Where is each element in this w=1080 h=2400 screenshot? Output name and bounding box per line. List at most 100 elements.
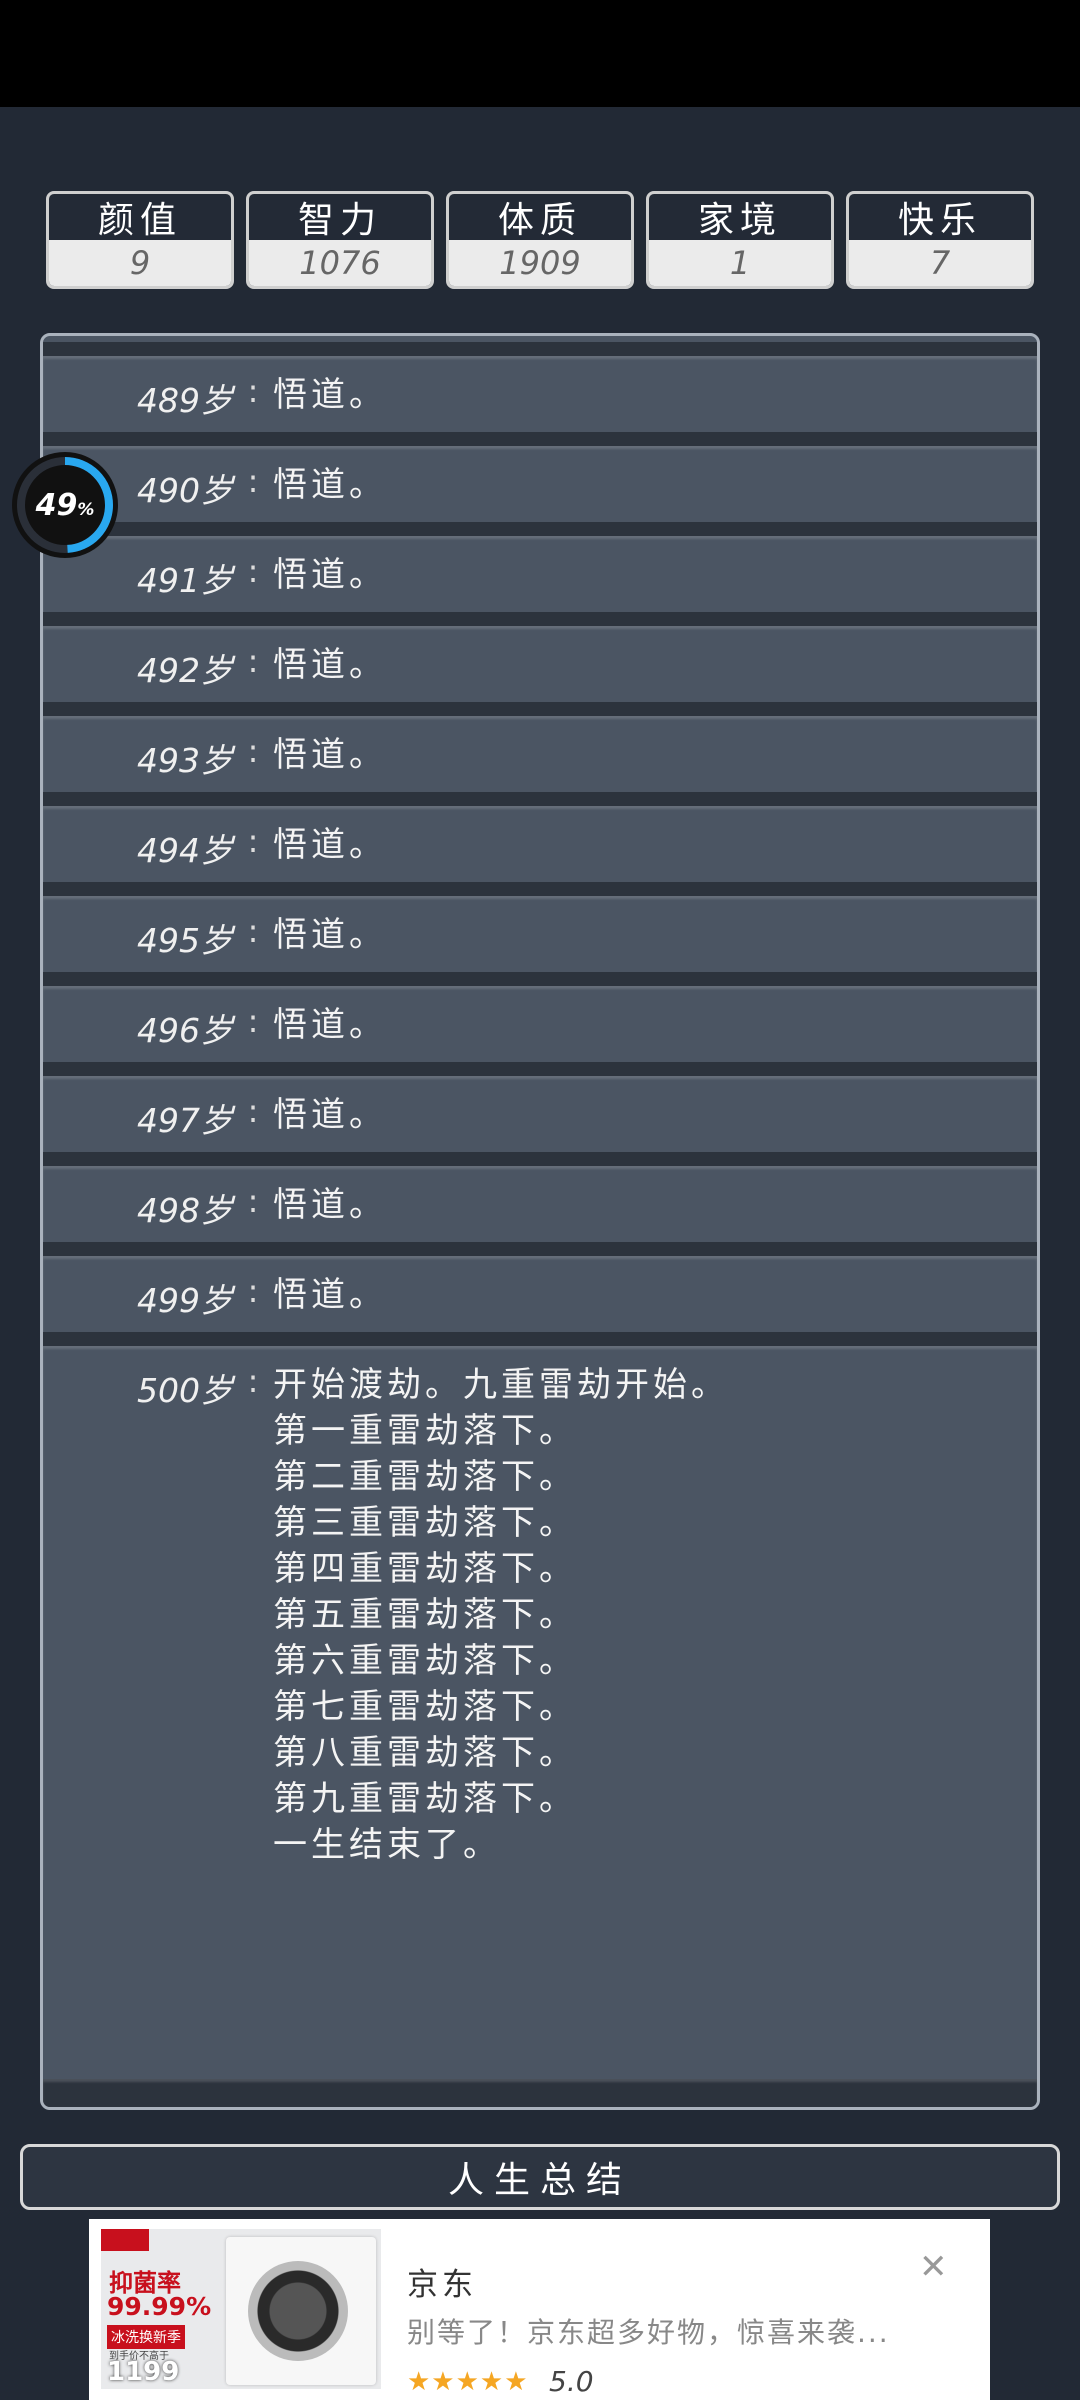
stat-value: 7 bbox=[849, 240, 1031, 286]
timeline-row: 490岁: 悟道。 bbox=[43, 432, 1037, 522]
age-label: 497岁 bbox=[137, 1101, 233, 1140]
event-line: 悟道。 bbox=[273, 1095, 387, 1135]
separator: : bbox=[247, 1002, 259, 1040]
life-timeline[interactable]: 489岁: 悟道。 490岁: 悟道。 491岁: 悟道。 492岁: 悟道。 493岁: 悟道。… bbox=[40, 333, 1040, 2110]
event-line: 第三重雷劫落下。 bbox=[273, 1503, 577, 1543]
event-text: 悟道。 bbox=[273, 1002, 387, 1048]
event-text: 悟道。 bbox=[273, 822, 387, 868]
event-text: 悟道。 bbox=[273, 1092, 387, 1138]
close-icon[interactable]: ✕ bbox=[919, 2247, 948, 2287]
status-bar bbox=[0, 0, 1080, 107]
stat-family: 家境 1 bbox=[646, 191, 834, 289]
timeline-row: 496岁: 悟道。 bbox=[43, 972, 1037, 1062]
ad-logo-tag bbox=[101, 2229, 149, 2251]
age-label: 491岁 bbox=[137, 561, 233, 600]
stat-value: 1 bbox=[649, 240, 831, 286]
ad-image-text: 99.99% bbox=[107, 2292, 212, 2321]
separator: : bbox=[247, 372, 259, 410]
event-line: 悟道。 bbox=[273, 1275, 387, 1315]
separator: : bbox=[247, 822, 259, 860]
event-line: 第五重雷劫落下。 bbox=[273, 1595, 577, 1635]
timeline-bottom-edge bbox=[43, 2079, 1037, 2107]
attribute-panel: 颜值 9 智力 1076 体质 1909 家境 1 快乐 7 bbox=[46, 191, 1034, 289]
timeline-row: 498岁: 悟道。 bbox=[43, 1152, 1037, 1242]
age-label: 489岁 bbox=[137, 381, 233, 420]
separator: : bbox=[247, 552, 259, 590]
stat-appearance: 颜值 9 bbox=[46, 191, 234, 289]
separator: : bbox=[247, 642, 259, 680]
event-line: 第九重雷劫落下。 bbox=[273, 1779, 577, 1819]
washer-door bbox=[248, 2261, 348, 2361]
ad-price: 1199 bbox=[107, 2357, 180, 2387]
timeline-row: 497岁: 悟道。 bbox=[43, 1062, 1037, 1152]
event-line: 第六重雷劫落下。 bbox=[273, 1641, 577, 1681]
event-line: 悟道。 bbox=[273, 465, 387, 505]
stat-happiness: 快乐 7 bbox=[846, 191, 1034, 289]
event-line: 悟道。 bbox=[273, 915, 387, 955]
event-line: 悟道。 bbox=[273, 1185, 387, 1225]
event-text: 悟道。 bbox=[273, 1182, 387, 1228]
timeline-rows: 489岁: 悟道。 490岁: 悟道。 491岁: 悟道。 492岁: 悟道。 493岁: 悟道。… bbox=[43, 342, 1037, 1880]
event-text: 悟道。 bbox=[273, 642, 387, 688]
ad-banner[interactable]: 抑菌率 99.99% 冰洗换新季 到手价不高于 1199 京东 别等了！京东超多… bbox=[89, 2219, 990, 2400]
stat-label: 快乐 bbox=[897, 200, 982, 241]
washing-machine-image bbox=[226, 2237, 376, 2385]
timeline-row: 491岁: 悟道。 bbox=[43, 522, 1037, 612]
event-text: 开始渡劫。九重雷劫开始。 第一重雷劫落下。 第二重雷劫落下。 第三重雷劫落下。 第四重雷… bbox=[273, 1362, 729, 1868]
event-line: 第一重雷劫落下。 bbox=[273, 1411, 577, 1451]
ad-rating: 5.0 bbox=[549, 2365, 594, 2398]
stat-label: 智力 bbox=[297, 200, 382, 241]
event-text: 悟道。 bbox=[273, 732, 387, 778]
age-label: 500岁 bbox=[137, 1371, 233, 1410]
stat-label: 体质 bbox=[497, 200, 582, 241]
event-text: 悟道。 bbox=[273, 462, 387, 508]
age-label: 492岁 bbox=[137, 651, 233, 690]
age-label: 494岁 bbox=[137, 831, 233, 870]
age-label: 499岁 bbox=[137, 1281, 233, 1320]
event-line: 第四重雷劫落下。 bbox=[273, 1549, 577, 1589]
stat-label: 颜值 bbox=[97, 200, 182, 241]
event-text: 悟道。 bbox=[273, 1272, 387, 1318]
timeline-row: 494岁: 悟道。 bbox=[43, 792, 1037, 882]
ad-image[interactable]: 抑菌率 99.99% 冰洗换新季 到手价不高于 1199 bbox=[101, 2229, 381, 2389]
ad-brand: 京东 bbox=[407, 2267, 477, 2303]
event-line: 开始渡劫。九重雷劫开始。 bbox=[273, 1365, 729, 1405]
stat-intelligence: 智力 1076 bbox=[246, 191, 434, 289]
separator: : bbox=[247, 1362, 259, 1400]
stat-value: 9 bbox=[49, 240, 231, 286]
progress-ring[interactable]: 49% bbox=[12, 452, 118, 558]
event-line: 第二重雷劫落下。 bbox=[273, 1457, 577, 1497]
age-label: 498岁 bbox=[137, 1191, 233, 1230]
age-label: 495岁 bbox=[137, 921, 233, 960]
event-line: 悟道。 bbox=[273, 825, 387, 865]
timeline-row: 500岁: 开始渡劫。九重雷劫开始。 第一重雷劫落下。 第二重雷劫落下。 第三重雷劫落下… bbox=[43, 1332, 1037, 1880]
separator: : bbox=[247, 1272, 259, 1310]
event-line: 悟道。 bbox=[273, 1005, 387, 1045]
separator: : bbox=[247, 462, 259, 500]
ad-description: 别等了！京东超多好物，惊喜来袭... bbox=[407, 2316, 890, 2349]
event-line: 第八重雷劫落下。 bbox=[273, 1733, 577, 1773]
event-text: 悟道。 bbox=[273, 552, 387, 598]
age-label: 493岁 bbox=[137, 741, 233, 780]
event-line: 一生结束了。 bbox=[273, 1825, 501, 1865]
separator: : bbox=[247, 1182, 259, 1220]
timeline-row: 493岁: 悟道。 bbox=[43, 702, 1037, 792]
star-rating-icon: ★★★★★ bbox=[407, 2367, 529, 2397]
event-text: 悟道。 bbox=[273, 372, 387, 418]
separator: : bbox=[247, 912, 259, 950]
stat-value: 1076 bbox=[249, 240, 431, 286]
stat-value: 1909 bbox=[449, 240, 631, 286]
timeline-row: 492岁: 悟道。 bbox=[43, 612, 1037, 702]
event-line: 悟道。 bbox=[273, 735, 387, 775]
ad-image-text: 冰洗换新季 bbox=[107, 2325, 185, 2349]
separator: : bbox=[247, 732, 259, 770]
age-label: 496岁 bbox=[137, 1011, 233, 1050]
event-line: 悟道。 bbox=[273, 555, 387, 595]
timeline-row: 499岁: 悟道。 bbox=[43, 1242, 1037, 1332]
stat-label: 家境 bbox=[697, 200, 782, 241]
event-line: 悟道。 bbox=[273, 375, 387, 415]
event-line: 悟道。 bbox=[273, 645, 387, 685]
life-summary-button[interactable]: 人生总结 bbox=[20, 2144, 1060, 2210]
stat-constitution: 体质 1909 bbox=[446, 191, 634, 289]
separator: : bbox=[247, 1092, 259, 1130]
